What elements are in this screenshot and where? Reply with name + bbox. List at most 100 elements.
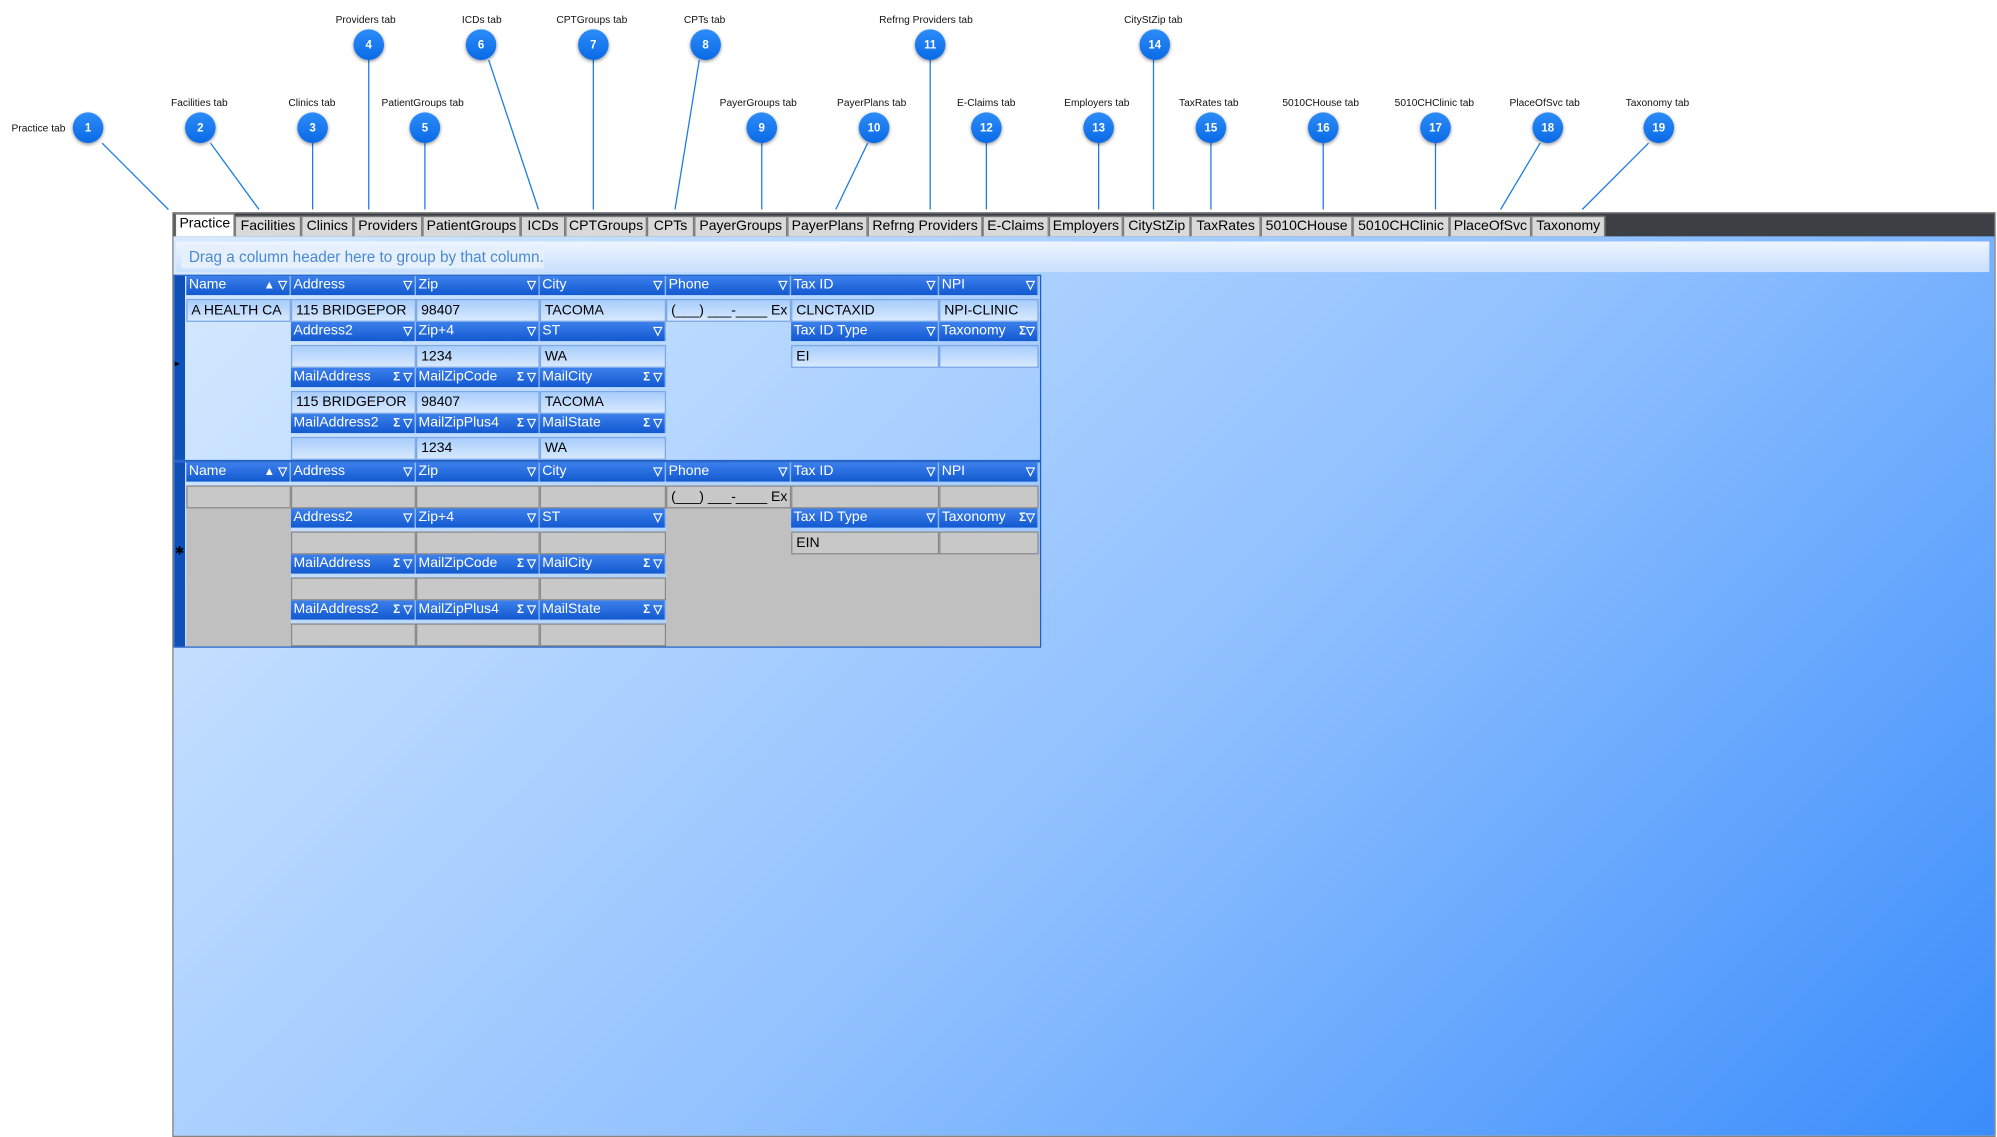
cell-taxonomy[interactable] xyxy=(939,344,1039,368)
new-col-header-taxonomy[interactable]: Taxonomy Σ▽ xyxy=(939,508,1039,528)
col-header-taxidtype[interactable]: Tax ID Type ▽ xyxy=(791,321,940,342)
cell-taxidtype[interactable]: EI xyxy=(791,344,940,368)
filter-icon[interactable]: ▽ xyxy=(278,278,287,291)
sum-icon[interactable]: Σ xyxy=(393,370,400,383)
cell-address2[interactable] xyxy=(290,344,416,368)
new-cell-mailstate[interactable] xyxy=(539,623,667,647)
sum-icon[interactable]: Σ xyxy=(393,603,400,616)
filter-icon[interactable]: ▽ xyxy=(926,324,935,337)
filter-icon[interactable]: ▽ xyxy=(926,278,935,291)
tab-refrng-providers[interactable]: Refrng Providers xyxy=(867,215,983,237)
col-header-city[interactable]: City ▽ xyxy=(539,275,667,296)
tab-citystzip[interactable]: CityStZip xyxy=(1122,215,1191,237)
filter-icon[interactable]: ▽ xyxy=(653,465,662,478)
col-header-zip4[interactable]: Zip+4 ▽ xyxy=(415,321,540,342)
new-col-header-mailzipplus4[interactable]: MailZipPlus4 Σ ▽ xyxy=(415,600,540,620)
filter-icon[interactable]: ▽ xyxy=(403,278,412,291)
filter-icon[interactable]: ▽ xyxy=(653,557,662,570)
new-cell-st[interactable] xyxy=(539,531,667,555)
cell-mailzipplus4[interactable]: 1234 xyxy=(415,436,540,460)
cell-mailaddress2[interactable] xyxy=(290,436,416,460)
filter-icon[interactable]: ▽ xyxy=(527,511,536,524)
filter-icon[interactable]: ▽ xyxy=(527,465,536,478)
new-col-header-st[interactable]: ST ▽ xyxy=(539,508,667,528)
sum-icon[interactable]: Σ xyxy=(393,416,400,429)
cell-city[interactable]: TACOMA xyxy=(539,298,667,322)
new-cell-mailaddress[interactable] xyxy=(290,577,416,601)
tab-icds[interactable]: ICDs xyxy=(520,215,566,237)
cell-name[interactable]: A HEALTH CA xyxy=(186,298,291,322)
tab-5010chouse[interactable]: 5010CHouse xyxy=(1260,215,1353,237)
new-col-header-city[interactable]: City ▽ xyxy=(539,462,667,482)
filter-icon[interactable]: ▽ xyxy=(403,511,412,524)
new-cell-taxonomy[interactable] xyxy=(939,531,1039,555)
sum-icon[interactable]: Σ xyxy=(643,370,650,383)
group-by-panel[interactable]: Drag a column header here to group by th… xyxy=(176,241,1990,273)
filter-icon[interactable]: ▽ xyxy=(527,416,536,429)
col-header-mailcity[interactable]: MailCity Σ ▽ xyxy=(539,367,667,388)
new-col-header-taxidtype[interactable]: Tax ID Type ▽ xyxy=(791,508,940,528)
cell-st[interactable]: WA xyxy=(539,344,667,368)
filter-icon[interactable]: ▽ xyxy=(403,416,412,429)
tab-payergroups[interactable]: PayerGroups xyxy=(694,215,788,237)
sort-ascending-icon[interactable]: ▲ xyxy=(264,278,275,291)
new-col-header-mailaddress[interactable]: MailAddress Σ ▽ xyxy=(290,554,416,574)
filter-icon[interactable]: ▽ xyxy=(527,278,536,291)
tab-practice[interactable]: Practice xyxy=(174,213,235,237)
sum-icon[interactable]: Σ xyxy=(517,603,524,616)
col-header-mailaddress2[interactable]: MailAddress2 Σ ▽ xyxy=(290,413,416,434)
new-col-header-zip[interactable]: Zip ▽ xyxy=(415,462,540,482)
filter-icon[interactable]: ▽ xyxy=(403,557,412,570)
new-col-header-name[interactable]: Name ▲ ▽ xyxy=(186,462,291,482)
sum-icon[interactable]: Σ xyxy=(517,416,524,429)
sum-icon[interactable]: Σ xyxy=(643,416,650,429)
col-header-address2[interactable]: Address2 ▽ xyxy=(290,321,416,342)
new-cell-zip[interactable] xyxy=(415,485,540,509)
new-col-header-mailzipcode[interactable]: MailZipCode Σ ▽ xyxy=(415,554,540,574)
grid-record[interactable]: ▸ Name ▲ ▽ Address ▽ Zip ▽ City ▽ Phone ▽ Tax… xyxy=(173,274,1042,462)
tab-facilities[interactable]: Facilities xyxy=(234,215,302,237)
filter-icon[interactable]: ▽ xyxy=(403,465,412,478)
sum-icon[interactable]: Σ xyxy=(393,557,400,570)
tab-employers[interactable]: Employers xyxy=(1048,215,1123,237)
row-indicator[interactable]: ▸ xyxy=(174,275,186,460)
filter-icon[interactable]: ▽ xyxy=(653,370,662,383)
filter-icon[interactable]: ▽ xyxy=(653,278,662,291)
filter-icon[interactable]: ▽ xyxy=(778,278,787,291)
col-header-mailzipplus4[interactable]: MailZipPlus4 Σ ▽ xyxy=(415,413,540,434)
tab-taxonomy[interactable]: Taxonomy xyxy=(1531,215,1606,237)
filter-icon[interactable]: ▽ xyxy=(527,324,536,337)
filter-icon[interactable]: ▽ xyxy=(403,603,412,616)
filter-icon[interactable]: ▽ xyxy=(278,465,287,478)
tab-clinics[interactable]: Clinics xyxy=(301,215,354,237)
filter-icon[interactable]: ▽ xyxy=(527,603,536,616)
new-row-indicator[interactable]: ✱ xyxy=(174,462,186,647)
new-col-header-npi[interactable]: NPI ▽ xyxy=(939,462,1039,482)
new-cell-mailaddress2[interactable] xyxy=(290,623,416,647)
cell-address[interactable]: 115 BRIDGEPOR xyxy=(290,298,416,322)
new-cell-mailcity[interactable] xyxy=(539,577,667,601)
new-cell-taxid[interactable] xyxy=(791,485,940,509)
new-cell-npi[interactable] xyxy=(939,485,1039,509)
col-header-zip[interactable]: Zip ▽ xyxy=(415,275,540,296)
sum-icon[interactable]: Σ xyxy=(643,603,650,616)
new-col-header-taxid[interactable]: Tax ID ▽ xyxy=(791,462,940,482)
col-header-phone[interactable]: Phone ▽ xyxy=(666,275,792,296)
new-cell-zip4[interactable] xyxy=(415,531,540,555)
sort-ascending-icon[interactable]: ▲ xyxy=(264,465,275,478)
col-header-npi[interactable]: NPI ▽ xyxy=(939,275,1039,296)
filter-icon[interactable]: ▽ xyxy=(653,603,662,616)
filter-icon[interactable]: ▽ xyxy=(926,465,935,478)
new-col-header-mailcity[interactable]: MailCity Σ ▽ xyxy=(539,554,667,574)
grid-new-record[interactable]: ✱ Name ▲ ▽ Address ▽ Zip ▽ City ▽ Phone ▽ Tax… xyxy=(173,461,1042,648)
cell-zip4[interactable]: 1234 xyxy=(415,344,540,368)
new-col-header-phone[interactable]: Phone ▽ xyxy=(666,462,792,482)
cell-mailcity[interactable]: TACOMA xyxy=(539,390,667,414)
tab-eclaims[interactable]: E-Claims xyxy=(982,215,1049,237)
sum-icon[interactable]: Σ xyxy=(517,557,524,570)
tab-taxrates[interactable]: TaxRates xyxy=(1190,215,1261,237)
tab-patientgroups[interactable]: PatientGroups xyxy=(422,215,521,237)
new-cell-mailzipplus4[interactable] xyxy=(415,623,540,647)
cell-phone[interactable]: (___) ___-____ Ex xyxy=(666,298,792,322)
filter-icon[interactable]: ▽ xyxy=(527,557,536,570)
